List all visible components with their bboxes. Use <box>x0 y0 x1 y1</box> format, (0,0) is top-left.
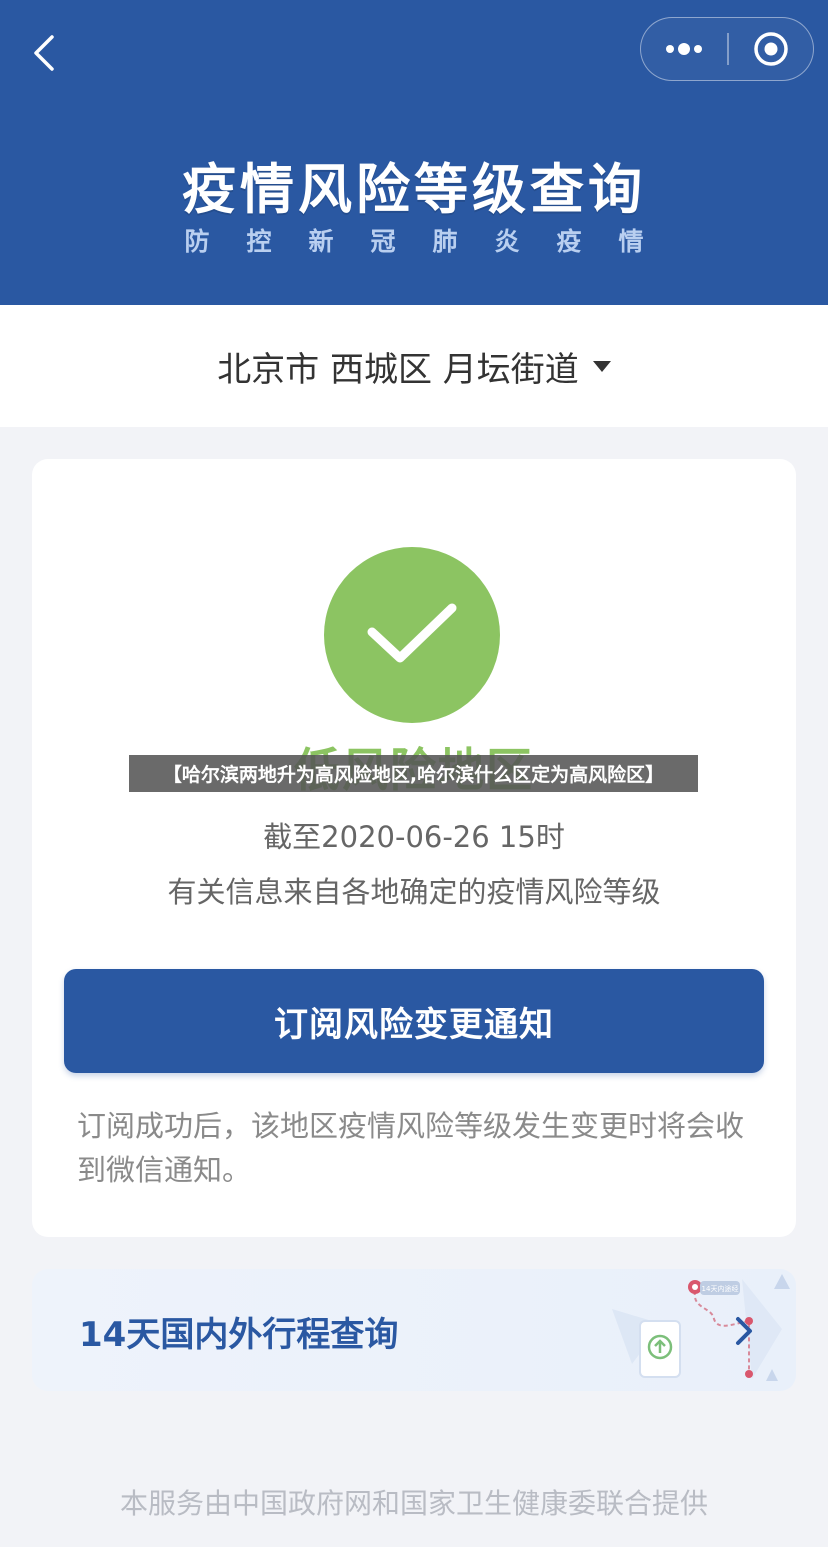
footer-text: 本服务由中国政府网和国家卫生健康委联合提供 <box>119 1487 708 1520</box>
checkmark-icon <box>367 603 457 663</box>
chevron-right-icon <box>736 1317 752 1345</box>
subscribe-button[interactable]: 订阅风险变更通知 <box>64 969 764 1073</box>
header: 疫情风险等级查询 防控新冠肺炎疫情 <box>0 0 828 305</box>
itinerary-arrow <box>730 1311 758 1351</box>
more-button[interactable] <box>641 18 727 80</box>
mini-program-capsule <box>640 17 814 81</box>
status-badge <box>324 547 500 723</box>
location-selector[interactable]: 北京市 西城区 月坛街道 <box>0 305 828 427</box>
page-title: 疫情风险等级查询 <box>182 158 646 221</box>
risk-result-card: 低风险地区 截至2020-06-26 15时 有关信息来自各地确定的疫情风险等级… <box>32 459 796 1237</box>
illustration-tag: 14天内途经 <box>702 1284 739 1293</box>
more-dots-icon <box>666 43 702 55</box>
source-note: 有关信息来自各地确定的疫情风险等级 <box>167 875 661 909</box>
location-label: 北京市 西城区 月坛街道 <box>217 349 579 390</box>
overlay-banner: 【哈尔滨两地升为高风险地区,哈尔滨什么区定为高风险区】 <box>129 755 698 792</box>
itinerary-title: 14天国内外行程查询 <box>79 1315 399 1355</box>
close-target-icon <box>754 32 788 66</box>
caret-down-icon <box>592 360 611 372</box>
itinerary-illustration: 14天内途经 <box>612 1274 790 1381</box>
back-button[interactable] <box>22 28 66 78</box>
subscribe-note: 订阅成功后，该地区疫情风险等级发生变更时将会收到微信通知。 <box>77 1109 745 1187</box>
itinerary-query-card[interactable]: 14天国内外行程查询 14天内途经 <box>32 1269 796 1391</box>
back-arrow-icon <box>34 35 54 71</box>
close-button[interactable] <box>729 18 813 80</box>
page-subtitle: 防控新冠肺炎疫情 <box>184 227 681 256</box>
updated-time: 截至2020-06-26 15时 <box>263 820 565 854</box>
